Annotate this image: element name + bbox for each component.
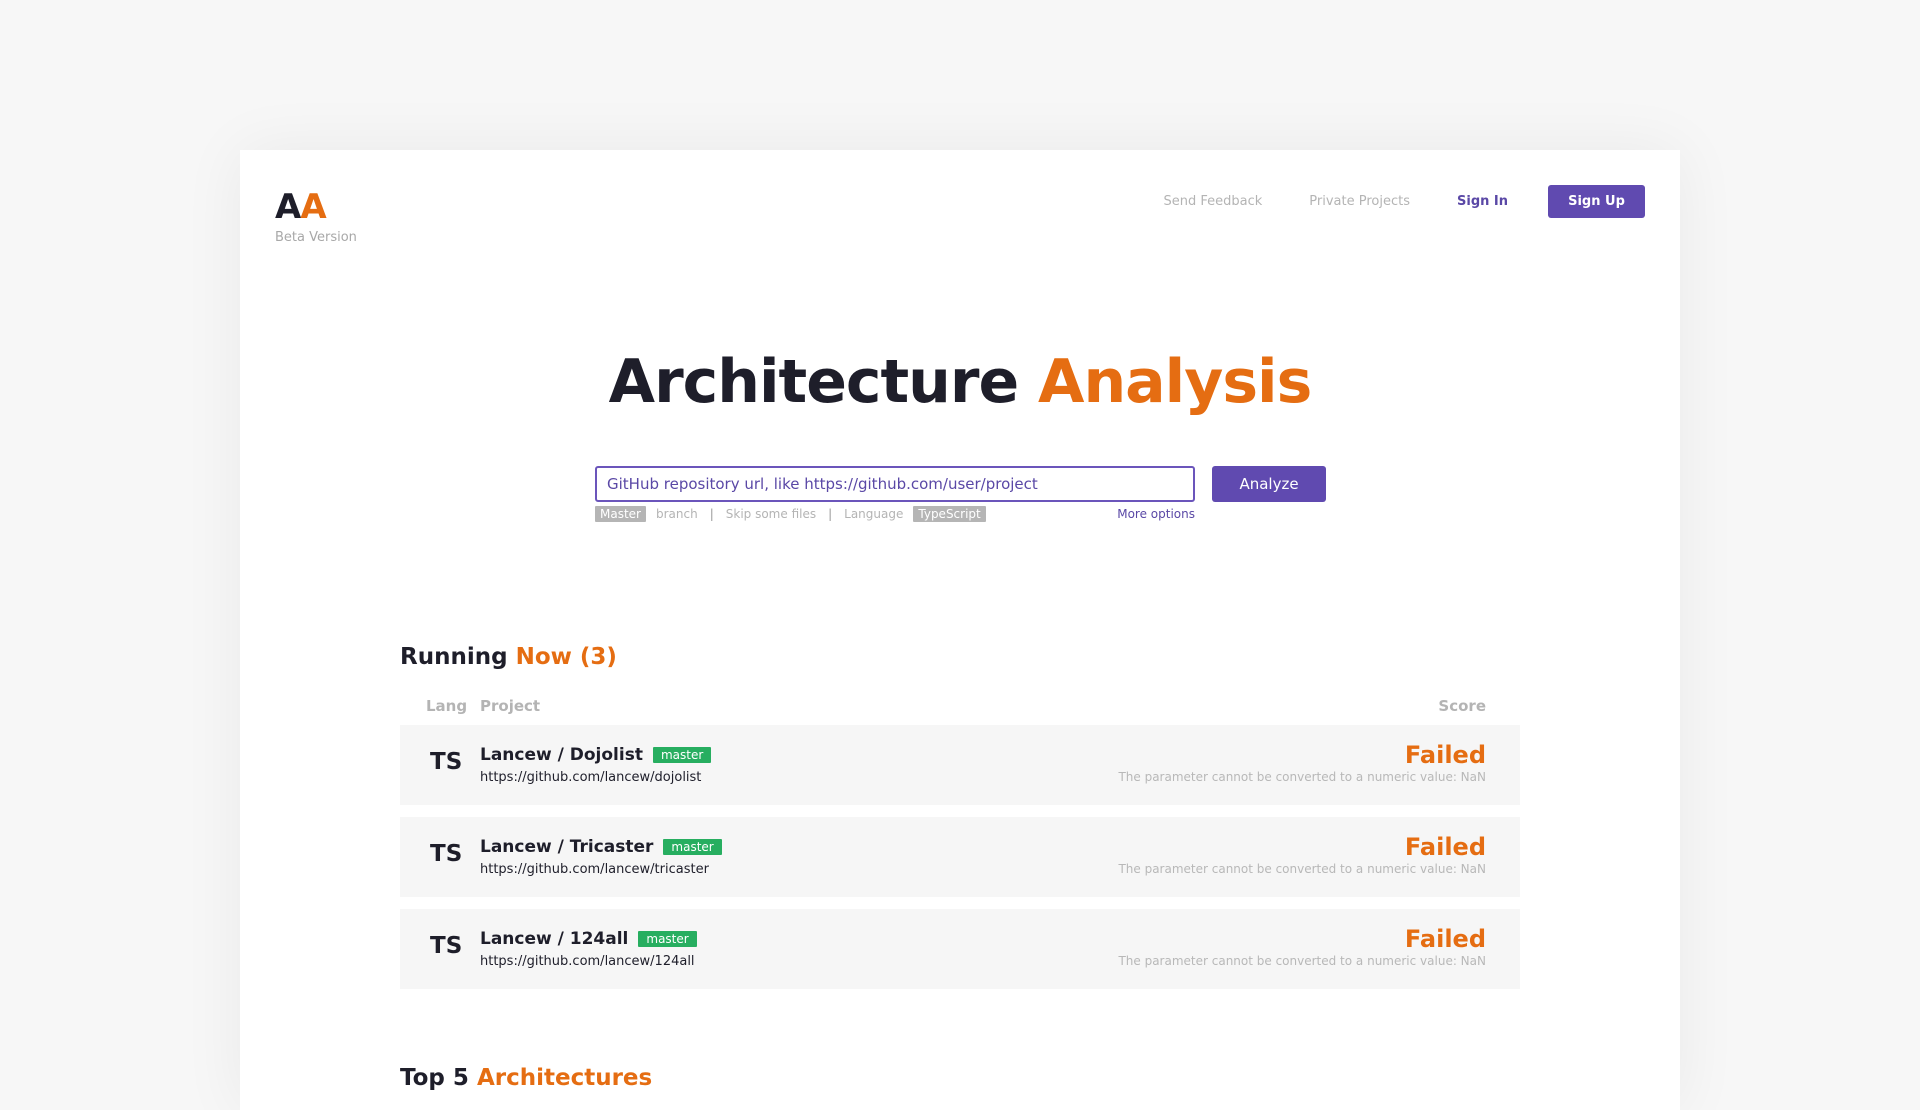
branch-badge: master — [652, 747, 712, 763]
top-architectures-heading: Top 5 Architectures — [400, 1065, 652, 1091]
project-url[interactable]: https://github.com/lancew/tricaster — [480, 862, 709, 877]
error-message: The parameter cannot be converted to a n… — [1118, 770, 1486, 784]
running-now-heading: Running Now (3) — [400, 644, 617, 670]
column-header-score: Score — [1438, 697, 1486, 715]
analysis-options: Master branch | Skip some files | Langua… — [595, 506, 1195, 522]
column-header-project: Project — [480, 697, 541, 715]
language-value-tag[interactable]: TypeScript — [913, 506, 986, 522]
top5-heading-part2: Architectures — [476, 1065, 653, 1091]
column-header-lang: Lang — [426, 697, 468, 715]
language-code: TS — [430, 749, 463, 775]
project-url[interactable]: https://github.com/lancew/124all — [480, 954, 695, 969]
project-name-text[interactable]: Lancew / Dojolist — [480, 745, 643, 765]
skip-files-option[interactable]: Skip some files — [726, 507, 816, 521]
sign-up-button[interactable]: Sign Up — [1548, 185, 1645, 218]
top5-heading-part1: Top 5 — [400, 1065, 469, 1091]
branch-label: branch — [655, 507, 698, 521]
main-card: AA Beta Version Send Feedback Private Pr… — [240, 150, 1680, 1110]
status-text: Failed — [1404, 833, 1486, 861]
running-heading-part1: Running — [400, 644, 508, 670]
logo[interactable]: AA — [275, 187, 327, 227]
analyze-button[interactable]: Analyze — [1212, 466, 1326, 502]
project-name: Lancew / 124all master — [480, 929, 697, 949]
project-name: Lancew / Dojolist master — [480, 745, 712, 765]
language-label: Language — [844, 507, 904, 521]
option-separator: | — [828, 507, 833, 521]
search-row: Analyze — [595, 466, 1326, 502]
branch-badge: master — [638, 931, 697, 947]
error-message: The parameter cannot be converted to a n… — [1118, 862, 1486, 876]
logo-letter-orange: A — [300, 187, 326, 227]
send-feedback-link[interactable]: Send Feedback — [1163, 194, 1262, 209]
language-code: TS — [430, 841, 463, 867]
private-projects-link[interactable]: Private Projects — [1309, 194, 1410, 209]
page-title-part2: Analysis — [1038, 347, 1312, 417]
status-text: Failed — [1404, 925, 1486, 953]
sign-in-link[interactable]: Sign In — [1457, 194, 1508, 209]
table-row[interactable]: TS Lancew / 124all master https://github… — [400, 909, 1520, 989]
project-name-text[interactable]: Lancew / Tricaster — [480, 837, 653, 857]
repository-url-input[interactable] — [595, 466, 1195, 502]
page-title: Architecture Analysis — [240, 347, 1680, 417]
table-row[interactable]: TS Lancew / Tricaster master https://git… — [400, 817, 1520, 897]
table-row[interactable]: TS Lancew / Dojolist master https://gith… — [400, 725, 1520, 805]
branch-value-tag[interactable]: Master — [595, 506, 646, 522]
project-url[interactable]: https://github.com/lancew/dojolist — [480, 770, 701, 785]
error-message: The parameter cannot be converted to a n… — [1118, 954, 1486, 968]
project-name: Lancew / Tricaster master — [480, 837, 722, 857]
branch-badge: master — [663, 839, 722, 855]
beta-label: Beta Version — [275, 230, 357, 245]
language-code: TS — [430, 933, 463, 959]
project-name-text[interactable]: Lancew / 124all — [480, 929, 628, 949]
running-heading-part2: Now (3) — [515, 644, 617, 670]
top-nav: Send Feedback Private Projects Sign In S… — [1163, 185, 1645, 218]
option-separator: | — [709, 507, 714, 521]
more-options-link[interactable]: More options — [1117, 507, 1195, 521]
status-text: Failed — [1404, 741, 1486, 769]
page-title-part1: Architecture — [608, 347, 1019, 417]
logo-letter-dark: A — [275, 187, 301, 227]
